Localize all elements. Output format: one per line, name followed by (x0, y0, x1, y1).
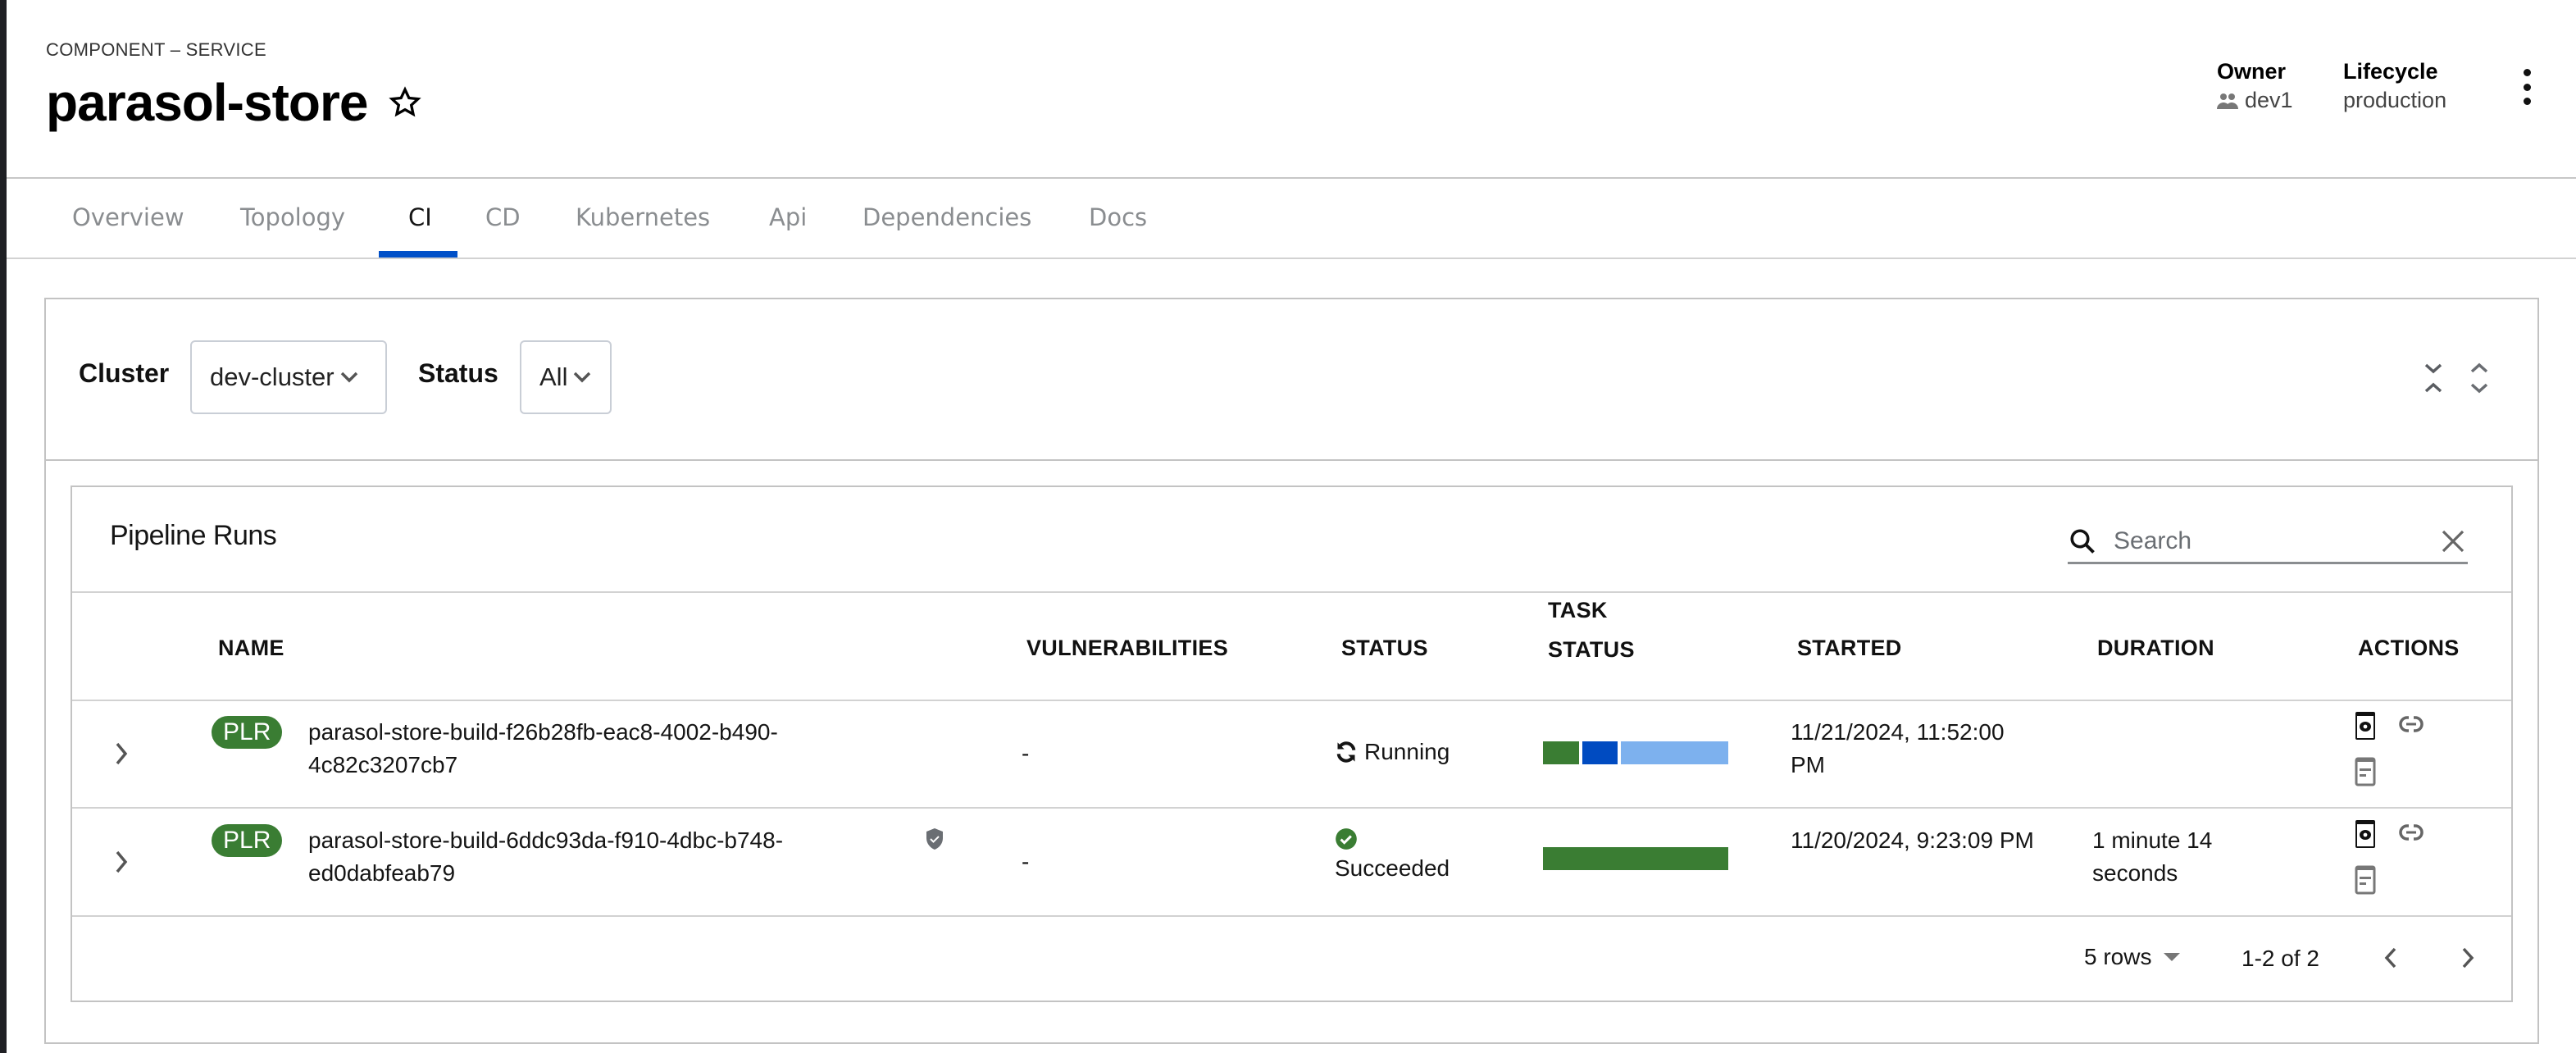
caret-down-icon (2164, 953, 2181, 961)
started-value: 11/21/2024, 11:52:00 PM (1791, 719, 2005, 777)
started-value: 11/20/2024, 9:23:09 PM (1791, 827, 2034, 853)
search-icon (2070, 528, 2095, 554)
lifecycle-value: production (2343, 88, 2447, 112)
signed-shield-icon (926, 828, 943, 850)
pagination: 5 rows 1-2 of 2 (72, 918, 2511, 1002)
search-field (2068, 520, 2468, 564)
owner-meta: Owner dev1 (2217, 59, 2293, 113)
column-header-status[interactable]: STATUS (1341, 629, 1428, 667)
tab-bar: Overview Topology CI CD Kubernetes Api D… (7, 180, 2576, 259)
tab-kubernetes[interactable]: Kubernetes (576, 203, 710, 231)
view-logs-icon[interactable] (2355, 819, 2376, 849)
pagination-range: 1-2 of 2 (2241, 946, 2319, 971)
lifecycle-label: Lifecycle (2343, 59, 2438, 84)
task-running-segment (1582, 741, 1618, 764)
chevron-right-icon[interactable] (113, 741, 130, 767)
column-header-duration[interactable]: DURATION (2097, 629, 2214, 667)
collapse-all-icon[interactable] (2423, 362, 2444, 394)
status-cell: Running (1335, 736, 1450, 768)
vulnerabilities-value: - (1022, 849, 1030, 874)
expand-all-icon[interactable] (2469, 362, 2490, 394)
table-row: PLR parasol-store-build-6ddc93da-f910-4d… (72, 809, 2511, 917)
table-row: PLR parasol-store-build-f26b28fb-eac8-40… (72, 701, 2511, 809)
column-header-name[interactable]: NAME (218, 629, 284, 667)
pipeline-runs-title: Pipeline Runs (110, 520, 277, 551)
filter-toolbar: Cluster dev-cluster Status All (46, 299, 2537, 461)
kebab-dot (2523, 69, 2531, 76)
left-edge-bar (0, 0, 7, 1053)
vulnerabilities-value: - (1022, 741, 1030, 766)
pipeline-run-name[interactable]: parasol-store-build-6ddc93da-f910-4dbc-b… (308, 824, 849, 890)
owner-label: Owner (2217, 59, 2287, 84)
status-select[interactable]: All (520, 340, 612, 414)
pipeline-runs-header: Pipeline Runs (72, 487, 2511, 593)
task-status-bar[interactable] (1543, 847, 1728, 870)
status-text: Running (1364, 739, 1450, 764)
tab-cd[interactable]: CD (485, 203, 521, 231)
column-header-task-status-line1[interactable]: TASK (1548, 591, 1608, 629)
tab-docs[interactable]: Docs (1089, 203, 1147, 231)
status-cell: Succeeded (1335, 823, 1450, 885)
view-output-icon[interactable] (2355, 757, 2376, 786)
chevron-right-icon[interactable] (113, 849, 130, 875)
column-header-task-status-line2[interactable]: STATUS (1548, 631, 1635, 668)
task-pending-segment (1621, 741, 1728, 764)
per-page-select[interactable]: 5 rows (2084, 944, 2181, 970)
next-page-icon[interactable] (2460, 946, 2476, 970)
column-header-started[interactable]: STARTED (1797, 629, 1902, 667)
page-title: parasol-store (46, 73, 368, 132)
link-icon[interactable] (2399, 716, 2424, 732)
plr-badge: PLR (212, 716, 283, 749)
cluster-select[interactable]: dev-cluster (190, 340, 387, 414)
task-succeeded-segment (1543, 847, 1728, 870)
status-label: Status (418, 358, 498, 388)
tab-topology[interactable]: Topology (240, 203, 345, 231)
per-page-value: 5 rows (2084, 944, 2152, 969)
pipeline-runs-card: Pipeline Runs NAME VULNERABILITIES STATU… (71, 485, 2513, 1002)
check-circle-icon (1336, 828, 1357, 850)
star-icon[interactable] (389, 86, 422, 119)
search-input[interactable] (2114, 526, 2409, 555)
entity-kind: COMPONENT – SERVICE (46, 39, 266, 60)
column-header-actions: ACTIONS (2358, 636, 2460, 660)
status-text: Succeeded (1335, 855, 1450, 881)
tab-ci[interactable]: CI (408, 203, 432, 231)
chevron-down-icon (574, 372, 591, 383)
row-actions (2355, 711, 2437, 801)
view-logs-icon[interactable] (2355, 711, 2376, 741)
owner-name[interactable]: dev1 (2245, 88, 2293, 113)
group-icon (2217, 93, 2238, 109)
entity-header: COMPONENT – SERVICE parasol-store Owner … (7, 0, 2576, 179)
link-icon[interactable] (2399, 824, 2424, 841)
plr-badge: PLR (212, 824, 283, 857)
tab-dependencies[interactable]: Dependencies (862, 203, 1031, 231)
lifecycle-meta: Lifecycle production (2343, 59, 2446, 113)
tab-overview[interactable]: Overview (72, 203, 184, 231)
tab-api[interactable]: Api (769, 203, 807, 231)
task-succeeded-segment (1543, 741, 1579, 764)
previous-page-icon[interactable] (2383, 946, 2399, 970)
close-icon[interactable] (2440, 528, 2466, 554)
kebab-dot (2523, 98, 2531, 105)
status-select-value: All (539, 362, 568, 391)
chevron-down-icon (340, 372, 357, 383)
owner-value[interactable]: dev1 (2217, 88, 2293, 113)
pipeline-run-name[interactable]: parasol-store-build-f26b28fb-eac8-4002-b… (308, 716, 849, 782)
duration-value: 1 minute 14 seconds (2092, 827, 2213, 886)
expand-collapse-controls (2423, 362, 2490, 394)
view-output-icon[interactable] (2355, 865, 2376, 895)
cluster-select-value: dev-cluster (210, 362, 335, 391)
cluster-label: Cluster (79, 358, 170, 388)
table-header: NAME VULNERABILITIES STATUS TASK STATUS … (72, 595, 2511, 701)
row-actions (2355, 819, 2437, 909)
active-tab-indicator (379, 251, 457, 258)
ci-card: Cluster dev-cluster Status All Pipeline … (44, 298, 2539, 1044)
kebab-dot (2523, 83, 2531, 91)
task-status-bar[interactable] (1543, 741, 1728, 764)
sync-icon (1336, 741, 1356, 763)
column-header-vulnerabilities[interactable]: VULNERABILITIES (1026, 629, 1228, 667)
title-row: parasol-store (46, 72, 422, 133)
kebab-menu-button[interactable] (2515, 69, 2538, 105)
